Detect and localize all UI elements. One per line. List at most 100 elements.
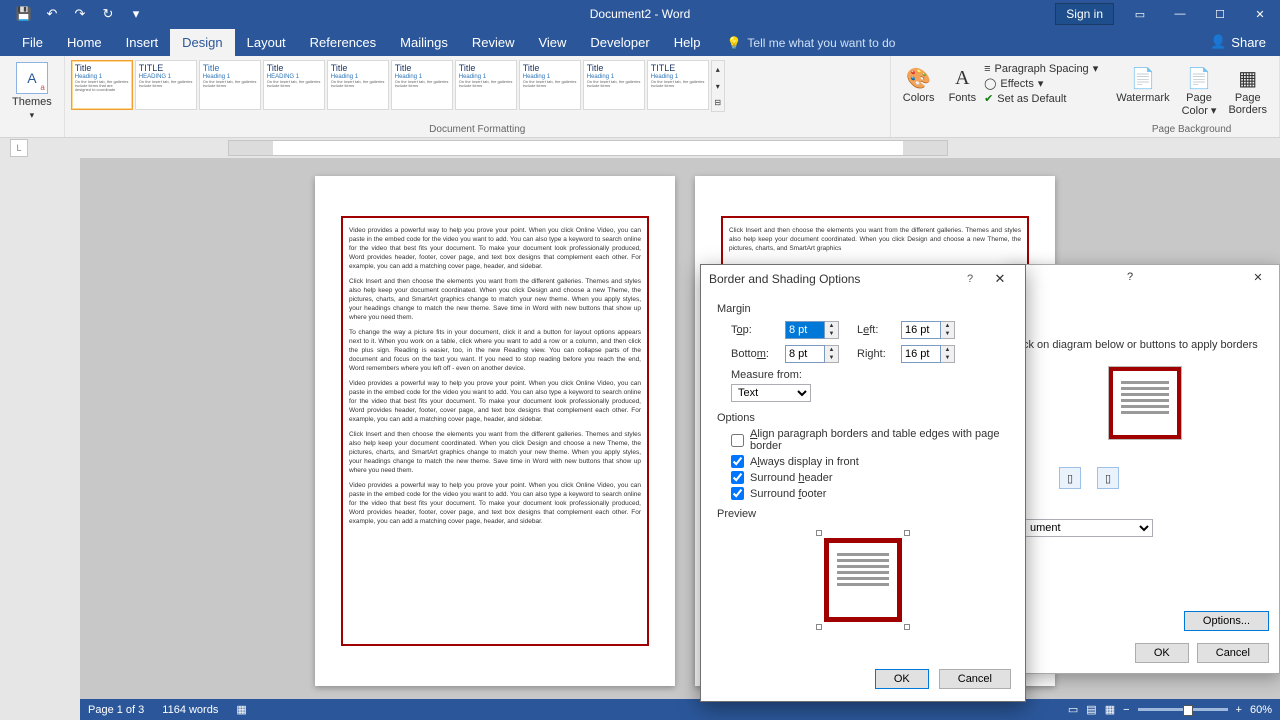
paragraph-spacing-button[interactable]: ≡Paragraph Spacing ▾ (984, 62, 1098, 75)
align-checkbox[interactable] (731, 434, 744, 447)
tell-me-search[interactable]: 💡 Tell me what you want to do (726, 30, 895, 56)
undo-icon[interactable]: ↶ (38, 0, 66, 28)
minimize-icon[interactable]: — (1160, 0, 1200, 28)
status-bar: Page 1 of 3 1164 words ▦ ▭ ▤ ▦ − + 60% (80, 699, 1280, 720)
macro-icon[interactable]: ▦ (236, 703, 246, 716)
save-icon[interactable]: 💾 (10, 0, 38, 28)
borders-shading-dialog: ? ✕ ck on diagram below or buttons to ap… (1010, 264, 1280, 674)
top-spinner[interactable]: ▲▼ (785, 321, 839, 339)
tab-home[interactable]: Home (55, 29, 114, 56)
bottom-spinner[interactable]: ▲▼ (785, 345, 839, 363)
ok-button[interactable]: OK (875, 669, 929, 689)
styleset-item[interactable]: TitleHeading 1On the Insert tab, the gal… (327, 60, 389, 110)
left-spinner[interactable]: ▲▼ (901, 321, 955, 339)
zoom-out-icon[interactable]: − (1123, 704, 1129, 716)
styleset-item[interactable]: TitleHeading 1On the Insert tab, the gal… (199, 60, 261, 110)
group-page-background: 📄Watermark 📄PageColor ▾ ▦PageBorders Pag… (1104, 56, 1280, 137)
fonts-icon: A (955, 64, 969, 92)
display-front-checkbox[interactable] (731, 455, 744, 468)
set-default-label: Set as Default (997, 93, 1066, 105)
top-input[interactable] (785, 321, 825, 339)
view-print-icon[interactable]: ▤ (1086, 703, 1096, 716)
bottom-input[interactable] (785, 345, 825, 363)
view-web-icon[interactable]: ▦ (1105, 703, 1115, 716)
right-spinner[interactable]: ▲▼ (901, 345, 955, 363)
share-label: Share (1231, 35, 1266, 50)
border-side-button[interactable]: ▯ (1059, 467, 1081, 489)
zoom-in-icon[interactable]: + (1236, 704, 1242, 716)
zoom-level[interactable]: 60% (1250, 704, 1272, 716)
styleset-item[interactable]: TitleHeading 1On the Insert tab, the gal… (583, 60, 645, 110)
maximize-icon[interactable]: ☐ (1200, 0, 1240, 28)
ruler-corner[interactable]: L (10, 139, 28, 157)
window-controls: Sign in ▭ — ☐ ✕ (1055, 0, 1280, 28)
fonts-label: Fonts (949, 92, 977, 104)
styleset-item[interactable]: TitleHeading 1On the Insert tab, the gal… (519, 60, 581, 110)
qat-more-icon[interactable]: ▾ (122, 0, 150, 28)
repeat-icon[interactable]: ↻ (94, 0, 122, 28)
tab-file[interactable]: File (10, 29, 55, 56)
border-side-button[interactable]: ▯ (1097, 467, 1119, 489)
tab-help[interactable]: Help (662, 29, 713, 56)
gallery-more-button[interactable]: ▴▾⊟ (711, 60, 725, 112)
effects-button[interactable]: ◯Effects ▾ (984, 77, 1098, 90)
help-icon[interactable]: ? (957, 273, 983, 285)
redo-icon[interactable]: ↷ (66, 0, 94, 28)
share-button[interactable]: 👤 Share (1196, 28, 1280, 56)
styleset-item[interactable]: TitleHeading 1On the Insert tab, the gal… (455, 60, 517, 110)
set-default-button[interactable]: ✔Set as Default (984, 92, 1098, 105)
ribbon-options-icon[interactable]: ▭ (1120, 0, 1160, 28)
zoom-slider[interactable] (1138, 708, 1228, 711)
page-color-button[interactable]: 📄PageColor ▾ (1176, 60, 1223, 117)
spacing-icon: ≡ (984, 63, 990, 75)
styleset-item[interactable]: TITLEHEADING 1On the Insert tab, the gal… (135, 60, 197, 110)
watermark-button[interactable]: 📄Watermark (1110, 60, 1175, 117)
view-read-icon[interactable]: ▭ (1068, 703, 1078, 716)
page-color-label: PageColor ▾ (1182, 92, 1217, 117)
ok-button[interactable]: OK (1135, 643, 1189, 663)
tab-developer[interactable]: Developer (578, 29, 661, 56)
styleset-item[interactable]: TitleHeading 1On the Insert tab, the gal… (71, 60, 133, 110)
fonts-button[interactable]: A Fonts (943, 60, 983, 105)
tab-layout[interactable]: Layout (235, 29, 298, 56)
tell-me-placeholder: Tell me what you want to do (747, 36, 895, 50)
group-colors-fonts: 🎨 Colors A Fonts ≡Paragraph Spacing ▾ ◯E… (891, 56, 1104, 137)
window-title: Document2 - Word (590, 7, 690, 21)
close-icon[interactable]: ✕ (1240, 0, 1280, 28)
styleset-gallery[interactable]: TitleHeading 1On the Insert tab, the gal… (71, 60, 884, 112)
watermark-icon: 📄 (1130, 64, 1155, 92)
tab-view[interactable]: View (526, 29, 578, 56)
apply-to-select[interactable]: ument (1023, 519, 1153, 537)
tab-design[interactable]: Design (170, 29, 234, 56)
close-icon[interactable]: ✕ (983, 271, 1017, 287)
tab-references[interactable]: References (298, 29, 388, 56)
tab-review[interactable]: Review (460, 29, 527, 56)
sign-in-button[interactable]: Sign in (1055, 3, 1114, 25)
preview-thumb[interactable] (1109, 367, 1181, 439)
measure-from-select[interactable]: Text (731, 384, 811, 402)
help-icon[interactable]: ? (1115, 271, 1145, 283)
close-icon[interactable]: ✕ (1243, 271, 1273, 284)
colors-button[interactable]: 🎨 Colors (897, 60, 941, 105)
preview-box (816, 530, 910, 630)
word-count[interactable]: 1164 words (162, 704, 218, 716)
page-1[interactable]: Video provides a powerful way to help yo… (315, 176, 675, 686)
options-button[interactable]: Options... (1184, 611, 1269, 631)
tab-insert[interactable]: Insert (114, 29, 171, 56)
tab-mailings[interactable]: Mailings (388, 29, 460, 56)
page-status[interactable]: Page 1 of 3 (88, 704, 144, 716)
themes-button[interactable]: Aa Themes ▾ (6, 60, 58, 123)
surround-footer-checkbox[interactable] (731, 487, 744, 500)
page-borders-button[interactable]: ▦PageBorders (1222, 60, 1273, 117)
styleset-item[interactable]: TitleHEADING 1On the Insert tab, the gal… (263, 60, 325, 110)
right-input[interactable] (901, 345, 941, 363)
left-input[interactable] (901, 321, 941, 339)
styleset-item[interactable]: TitleHeading 1On the Insert tab, the gal… (391, 60, 453, 110)
horizontal-ruler[interactable] (228, 140, 948, 156)
options-label: Options (717, 412, 1009, 424)
surround-header-checkbox[interactable] (731, 471, 744, 484)
styleset-item[interactable]: TITLEHeading 1On the Insert tab, the gal… (647, 60, 709, 110)
cancel-button[interactable]: Cancel (1197, 643, 1269, 663)
display-front-label: Always display in front (750, 456, 859, 468)
cancel-button[interactable]: Cancel (939, 669, 1011, 689)
